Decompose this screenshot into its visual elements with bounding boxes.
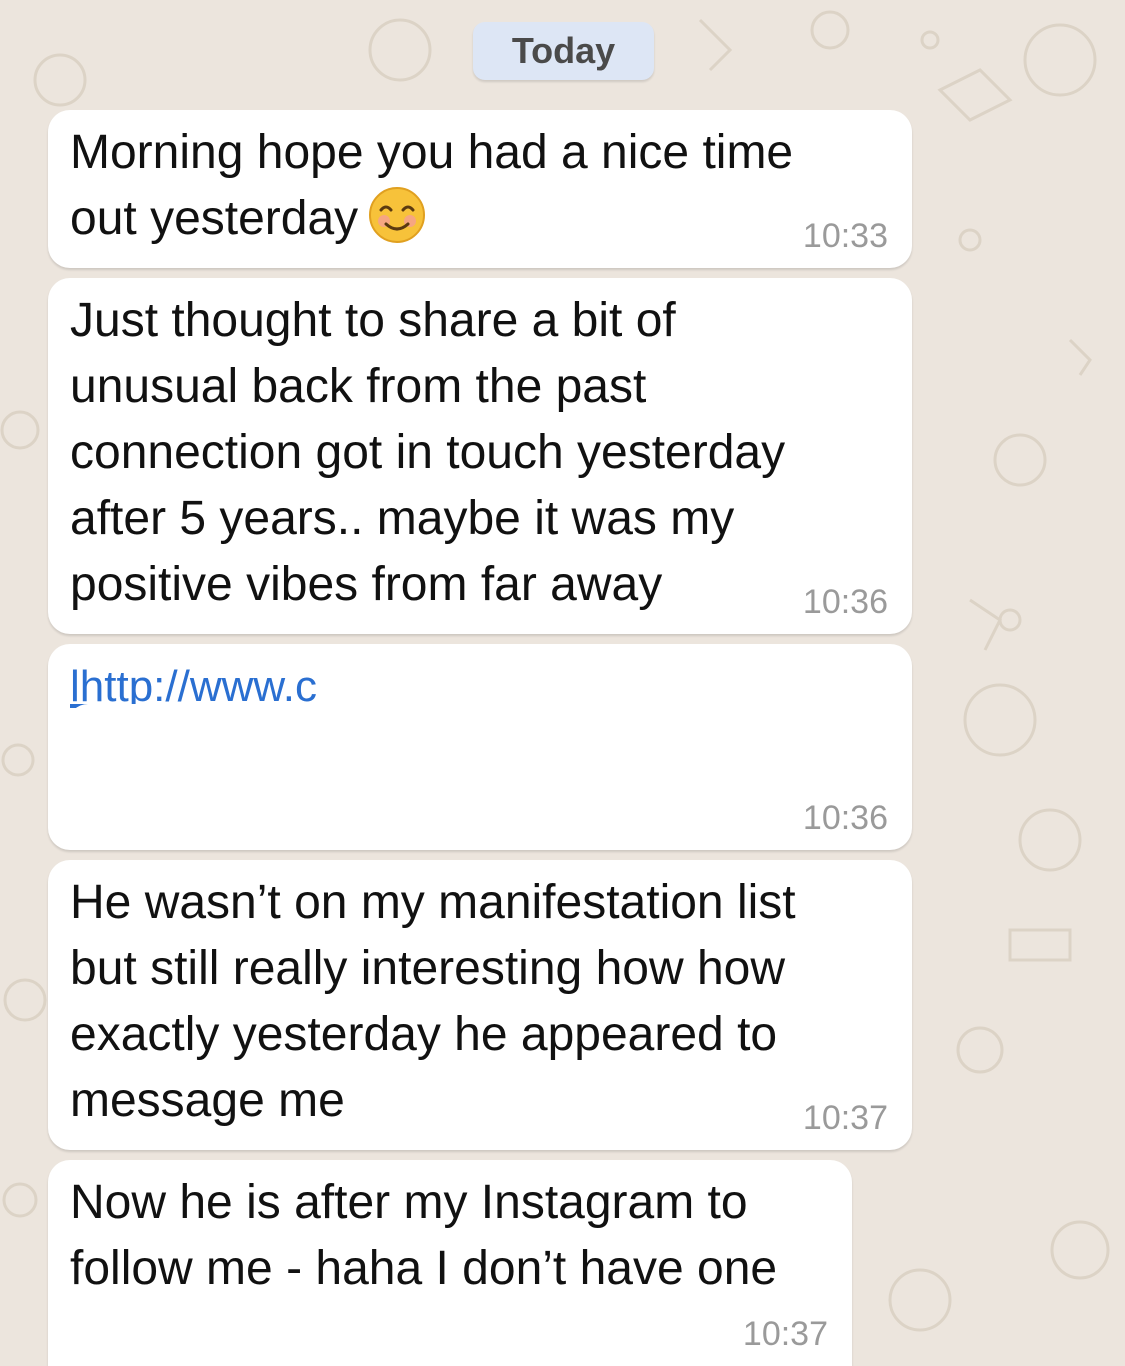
message-bubble[interactable]: Just thought to share a bit of unusual b…: [48, 278, 912, 634]
message-text: Just thought to share a bit of unusual b…: [70, 294, 786, 611]
message-bubble[interactable]: Now he is after my Instagram to follow m…: [48, 1160, 852, 1366]
message-timestamp: 10:37: [802, 1099, 888, 1137]
date-divider: Today: [473, 22, 654, 80]
message-timestamp: 10:33: [802, 217, 888, 255]
message-bubble[interactable]: lhttp://www.c 10:36: [48, 644, 912, 850]
message-text: Morning hope you had a nice time out yes…: [70, 126, 794, 245]
message-text: Now he is after my Instagram to follow m…: [70, 1176, 778, 1295]
redaction-mark: [68, 704, 898, 804]
message-timestamp: 10:36: [802, 583, 888, 621]
message-bubble[interactable]: Morning hope you had a nice time out yes…: [48, 110, 912, 268]
message-timestamp: 10:36: [802, 799, 888, 837]
smiling-face-emoji-icon: [369, 187, 426, 243]
message-bubble[interactable]: He wasn’t on my manifestation list but s…: [48, 860, 912, 1150]
message-text: He wasn’t on my manifestation list but s…: [70, 876, 796, 1127]
message-timestamp: 10:37: [742, 1315, 828, 1353]
